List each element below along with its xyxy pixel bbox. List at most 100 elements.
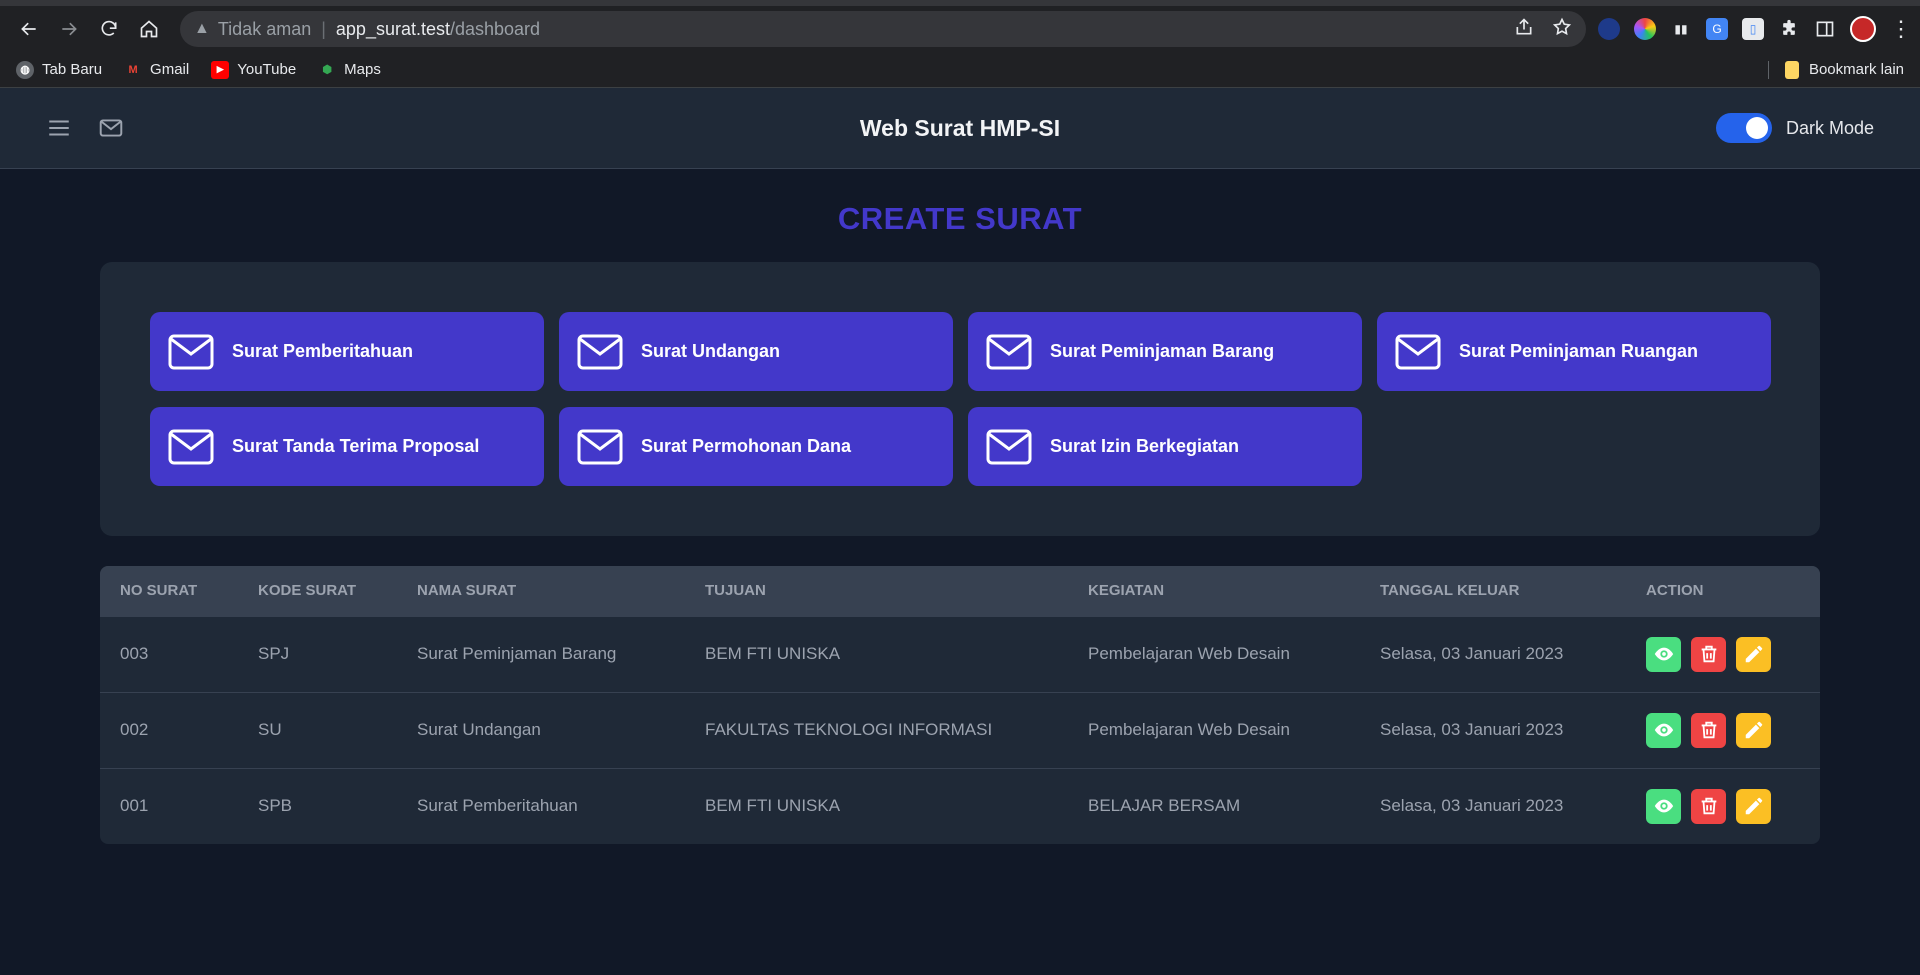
col-header-kode-surat: KODE SURAT	[258, 582, 357, 600]
cell-tujuan: FAKULTAS TEKNOLOGI INFORMASI	[705, 720, 993, 739]
warning-icon: ▲	[194, 20, 210, 37]
profile-avatar[interactable]	[1850, 16, 1876, 42]
trash-icon	[1701, 645, 1716, 663]
envelope-icon	[986, 334, 1032, 369]
envelope-icon	[577, 334, 623, 369]
home-button[interactable]	[132, 12, 166, 46]
browser-menu-icon[interactable]: ⋮	[1890, 16, 1912, 42]
extension-signal-icon[interactable]: ▮▮	[1670, 18, 1692, 40]
folder-icon	[1784, 60, 1799, 79]
bookmark-youtube[interactable]: ▶ YouTube	[211, 60, 297, 79]
address-bar[interactable]: ▲ Tidak aman | app_surat.test /dashboard	[180, 11, 1586, 47]
bookmark-label: Tab Baru	[42, 61, 103, 78]
google-translate-icon[interactable]: G	[1706, 18, 1728, 40]
cell-no-surat: 002	[120, 720, 149, 739]
edit-button[interactable]	[1736, 712, 1771, 748]
tile-surat-izin-berkegiatan[interactable]: Surat Izin Berkegiatan	[968, 407, 1362, 486]
cell-kode-surat: SU	[258, 720, 282, 739]
extensions-puzzle-icon[interactable]	[1778, 18, 1800, 40]
url-separator: |	[321, 18, 326, 39]
cell-tujuan: BEM FTI UNISKA	[705, 796, 841, 816]
extension-firefox-icon[interactable]	[1598, 18, 1620, 40]
bookmark-label: Maps	[344, 61, 381, 78]
trash-icon	[1701, 721, 1716, 739]
cell-nama-surat: Surat Peminjaman Barang	[417, 644, 617, 663]
cell-tanggal-keluar: Selasa, 03 Januari 2023	[1380, 720, 1564, 739]
eye-icon	[1654, 799, 1673, 813]
bookmarks-bar: ◍ Tab Baru M Gmail ▶ YouTube ⬢ Maps Book…	[0, 52, 1920, 88]
forward-button[interactable]	[52, 12, 86, 46]
delete-button[interactable]	[1691, 712, 1726, 748]
tile-label: Surat Pemberitahuan	[232, 341, 414, 361]
cell-kode-surat: SPJ	[258, 644, 290, 663]
table-row: 003 SPJ Surat Peminjaman Barang BEM FTI …	[100, 616, 1820, 692]
hamburger-menu-icon[interactable]	[46, 115, 72, 141]
cell-kegiatan: Pembelajaran Web Desain	[1088, 644, 1290, 663]
tile-surat-permohonan-dana[interactable]: Surat Permohonan Dana	[559, 407, 953, 486]
reload-button[interactable]	[92, 12, 126, 46]
cell-no-surat: 003	[120, 644, 149, 663]
view-button[interactable]	[1646, 712, 1681, 748]
share-icon[interactable]	[1514, 17, 1534, 42]
cell-no-surat: 001	[120, 796, 149, 816]
cell-tujuan: BEM FTI UNISKA	[705, 644, 841, 663]
bookmark-tab-baru[interactable]: ◍ Tab Baru	[16, 60, 103, 79]
bookmark-star-icon[interactable]	[1552, 17, 1572, 42]
globe-icon: ◍	[16, 60, 34, 79]
table-row: 002 SU Surat Undangan FAKULTAS TEKNOLOGI…	[100, 692, 1820, 768]
tile-label: Surat Peminjaman Ruangan	[1459, 341, 1699, 361]
dark-mode-toggle[interactable]	[1715, 113, 1772, 143]
cell-actions	[1626, 692, 1820, 768]
bookmark-gmail[interactable]: M Gmail	[124, 61, 189, 79]
col-header-action: ACTION	[1646, 582, 1704, 600]
cell-kode-surat: SPB	[258, 796, 293, 816]
extension-color-icon[interactable]	[1634, 18, 1656, 40]
youtube-icon: ▶	[211, 60, 230, 79]
cell-tanggal-keluar: Selasa, 03 Januari 2023	[1380, 644, 1564, 663]
other-bookmarks-label: Bookmark lain	[1808, 61, 1904, 78]
browser-toolbar: ▲ Tidak aman | app_surat.test /dashboard…	[0, 0, 1920, 52]
cell-actions	[1626, 768, 1820, 844]
tile-surat-pemberitahuan[interactable]: Surat Pemberitahuan	[150, 312, 544, 391]
delete-button[interactable]	[1691, 636, 1726, 672]
table-row: 001 SPB Surat Pemberitahuan BEM FTI UNIS…	[100, 768, 1820, 844]
edit-button[interactable]	[1736, 788, 1771, 824]
tile-label: Surat Tanda Terima Proposal	[232, 436, 480, 456]
cell-nama-surat: Surat Pemberitahuan	[417, 796, 578, 816]
view-button[interactable]	[1646, 788, 1681, 824]
extension-docs-icon[interactable]: ▯	[1742, 18, 1764, 40]
table-header-row: NO SURAT KODE SURAT NAMA SURAT TUJUAN KE…	[100, 566, 1820, 616]
create-surat-panel: Surat Pemberitahuan Surat Undangan Surat…	[100, 262, 1820, 536]
view-button[interactable]	[1646, 636, 1681, 672]
tile-surat-tanda-terima-proposal[interactable]: Surat Tanda Terima Proposal	[150, 407, 544, 486]
insecure-label: Tidak aman	[217, 18, 312, 39]
col-header-nama-surat: NAMA SURAT	[417, 582, 517, 600]
tile-surat-peminjaman-ruangan[interactable]: Surat Peminjaman Ruangan	[1377, 312, 1771, 391]
envelope-icon	[1395, 334, 1441, 369]
envelope-icon	[168, 334, 214, 369]
maps-icon: ⬢	[322, 64, 332, 76]
bookmark-label: Gmail	[150, 61, 190, 78]
cell-nama-surat: Surat Undangan	[417, 720, 541, 739]
side-panel-icon[interactable]	[1814, 18, 1836, 40]
col-header-no-surat: NO SURAT	[120, 582, 198, 600]
eye-icon	[1654, 647, 1673, 661]
envelope-icon	[986, 429, 1032, 464]
trash-icon	[1701, 798, 1716, 815]
delete-button[interactable]	[1691, 788, 1726, 824]
back-button[interactable]	[12, 12, 46, 46]
tile-surat-peminjaman-barang[interactable]: Surat Peminjaman Barang	[968, 312, 1362, 391]
surat-table: NO SURAT KODE SURAT NAMA SURAT TUJUAN KE…	[100, 566, 1820, 844]
pencil-icon	[1745, 721, 1762, 739]
envelope-icon	[577, 429, 623, 464]
edit-button[interactable]	[1736, 636, 1771, 672]
tile-surat-undangan[interactable]: Surat Undangan	[559, 312, 953, 391]
other-bookmarks[interactable]: Bookmark lain	[1767, 60, 1904, 79]
bookmark-maps[interactable]: ⬢ Maps	[318, 61, 381, 79]
envelope-icon	[168, 429, 214, 464]
col-header-tanggal-keluar: TANGGAL KELUAR	[1380, 582, 1520, 600]
mail-icon[interactable]	[98, 115, 124, 141]
gmail-icon: M	[128, 63, 138, 76]
tile-label: Surat Izin Berkegiatan	[1050, 436, 1240, 456]
bookmark-label: YouTube	[237, 61, 297, 78]
